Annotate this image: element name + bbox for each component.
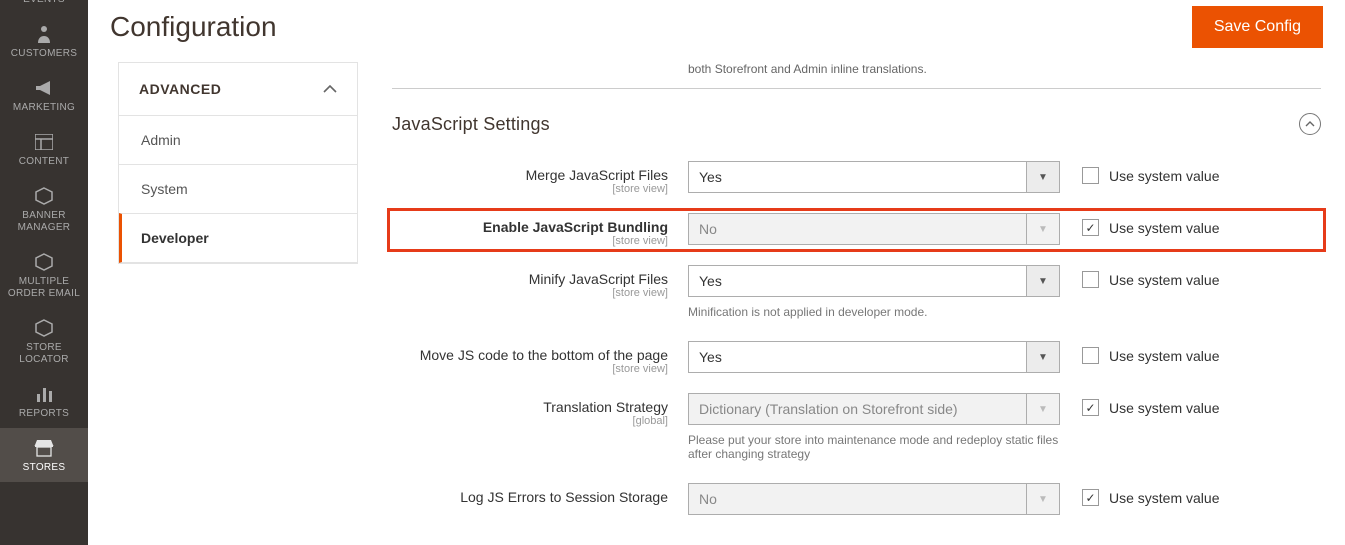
bars-icon	[35, 384, 53, 404]
nav-label: STORE LOCATOR	[0, 342, 88, 366]
select-value: Yes	[688, 161, 1026, 193]
field-row-translation-strategy: Translation Strategy [global] Dictionary…	[392, 393, 1321, 427]
field-label: Minify JavaScript Files	[392, 271, 668, 287]
hexagon-icon	[35, 252, 53, 272]
hexagon-icon	[35, 318, 53, 338]
nav-label: REPORTS	[19, 408, 69, 420]
use-system-checkbox[interactable]	[1082, 271, 1099, 288]
save-config-button[interactable]: Save Config	[1192, 6, 1323, 48]
nav-label: BANNER MANAGER	[0, 210, 88, 234]
field-note: Minification is not applied in developer…	[688, 305, 1060, 319]
field-label: Merge JavaScript Files	[392, 167, 668, 183]
chevron-down-icon: ▼	[1026, 161, 1060, 193]
divider	[392, 88, 1321, 89]
person-icon	[36, 24, 52, 44]
select-value: Dictionary (Translation on Storefront si…	[688, 393, 1026, 425]
tab-group-advanced[interactable]: ADVANCED	[119, 63, 357, 115]
merge-js-select[interactable]: Yes ▼	[688, 161, 1060, 193]
field-scope: [global]	[392, 415, 668, 427]
field-label: Translation Strategy	[392, 399, 668, 415]
use-system-checkbox[interactable]	[1082, 167, 1099, 184]
nav-label: EVENTS	[23, 0, 65, 6]
config-content: both Storefront and Admin inline transla…	[358, 62, 1345, 545]
nav-item-multiple-order-email[interactable]: MULTIPLE ORDER EMAIL	[0, 242, 88, 308]
use-system-label: Use system value	[1109, 400, 1219, 416]
nav-label: CONTENT	[19, 156, 69, 168]
field-row-move-js: Move JS code to the bottom of the page […	[392, 341, 1321, 375]
field-row-log-js-errors: Log JS Errors to Session Storage No ▼ ✓ …	[392, 483, 1321, 515]
chevron-up-icon[interactable]	[1299, 113, 1321, 135]
storefront-icon	[34, 438, 54, 458]
chevron-up-icon	[323, 85, 337, 93]
field-row-minify-js: Minify JavaScript Files [store view] Yes…	[392, 265, 1321, 299]
nav-item-store-locator[interactable]: STORE LOCATOR	[0, 308, 88, 374]
nav-label: MULTIPLE ORDER EMAIL	[0, 276, 88, 300]
field-row-enable-bundling: Enable JavaScript Bundling [store view] …	[392, 213, 1321, 247]
use-system-label: Use system value	[1109, 168, 1219, 184]
megaphone-icon	[34, 78, 54, 98]
section-header-js[interactable]: JavaScript Settings	[392, 113, 1321, 135]
nav-label: STORES	[23, 462, 66, 474]
nav-label: CUSTOMERS	[11, 48, 77, 60]
hexagon-icon	[35, 186, 53, 206]
chevron-down-icon: ▼	[1026, 265, 1060, 297]
layout-icon	[35, 132, 53, 152]
tab-item-developer[interactable]: Developer	[119, 213, 357, 263]
field-scope: [store view]	[392, 363, 668, 375]
use-system-label: Use system value	[1109, 272, 1219, 288]
select-value: Yes	[688, 341, 1026, 373]
field-label: Log JS Errors to Session Storage	[392, 489, 668, 505]
nav-item-reports[interactable]: REPORTS	[0, 374, 88, 428]
truncated-hint: both Storefront and Admin inline transla…	[688, 62, 1321, 76]
tab-item-system[interactable]: System	[119, 164, 357, 213]
enable-bundling-select: No ▼	[688, 213, 1060, 245]
chevron-down-icon: ▼	[1026, 483, 1060, 515]
field-scope: [store view]	[392, 287, 668, 299]
page-header: Configuration Save Config	[88, 0, 1345, 62]
use-system-checkbox[interactable]: ✓	[1082, 489, 1099, 506]
tab-group-label: ADVANCED	[139, 81, 221, 97]
page-title: Configuration	[110, 11, 277, 43]
move-js-select[interactable]: Yes ▼	[688, 341, 1060, 373]
select-value: No	[688, 483, 1026, 515]
nav-item-events[interactable]: EVENTS	[0, 0, 88, 14]
main-nav: EVENTS CUSTOMERS MARKETING CONTENT BANNE…	[0, 0, 88, 545]
field-row-merge-js: Merge JavaScript Files [store view] Yes …	[392, 161, 1321, 195]
nav-item-customers[interactable]: CUSTOMERS	[0, 14, 88, 68]
minify-js-select[interactable]: Yes ▼	[688, 265, 1060, 297]
use-system-checkbox[interactable]	[1082, 347, 1099, 364]
translation-strategy-select: Dictionary (Translation on Storefront si…	[688, 393, 1060, 425]
field-label: Move JS code to the bottom of the page	[392, 347, 668, 363]
use-system-checkbox[interactable]: ✓	[1082, 219, 1099, 236]
tab-item-admin[interactable]: Admin	[119, 115, 357, 164]
field-note: Please put your store into maintenance m…	[688, 433, 1060, 461]
field-label: Enable JavaScript Bundling	[392, 219, 668, 235]
section-title: JavaScript Settings	[392, 114, 550, 135]
nav-item-stores[interactable]: STORES	[0, 428, 88, 482]
field-scope: [store view]	[392, 183, 668, 195]
use-system-label: Use system value	[1109, 220, 1219, 236]
log-js-errors-select: No ▼	[688, 483, 1060, 515]
select-value: No	[688, 213, 1026, 245]
select-value: Yes	[688, 265, 1026, 297]
nav-label: MARKETING	[13, 102, 75, 114]
field-scope: [store view]	[392, 235, 668, 247]
use-system-label: Use system value	[1109, 490, 1219, 506]
chevron-down-icon: ▼	[1026, 393, 1060, 425]
use-system-checkbox[interactable]: ✓	[1082, 399, 1099, 416]
nav-item-banner-manager[interactable]: BANNER MANAGER	[0, 176, 88, 242]
chevron-down-icon: ▼	[1026, 213, 1060, 245]
nav-item-content[interactable]: CONTENT	[0, 122, 88, 176]
nav-item-marketing[interactable]: MARKETING	[0, 68, 88, 122]
use-system-label: Use system value	[1109, 348, 1219, 364]
config-tabs-sidebar: ADVANCED Admin System Developer	[88, 62, 358, 545]
chevron-down-icon: ▼	[1026, 341, 1060, 373]
